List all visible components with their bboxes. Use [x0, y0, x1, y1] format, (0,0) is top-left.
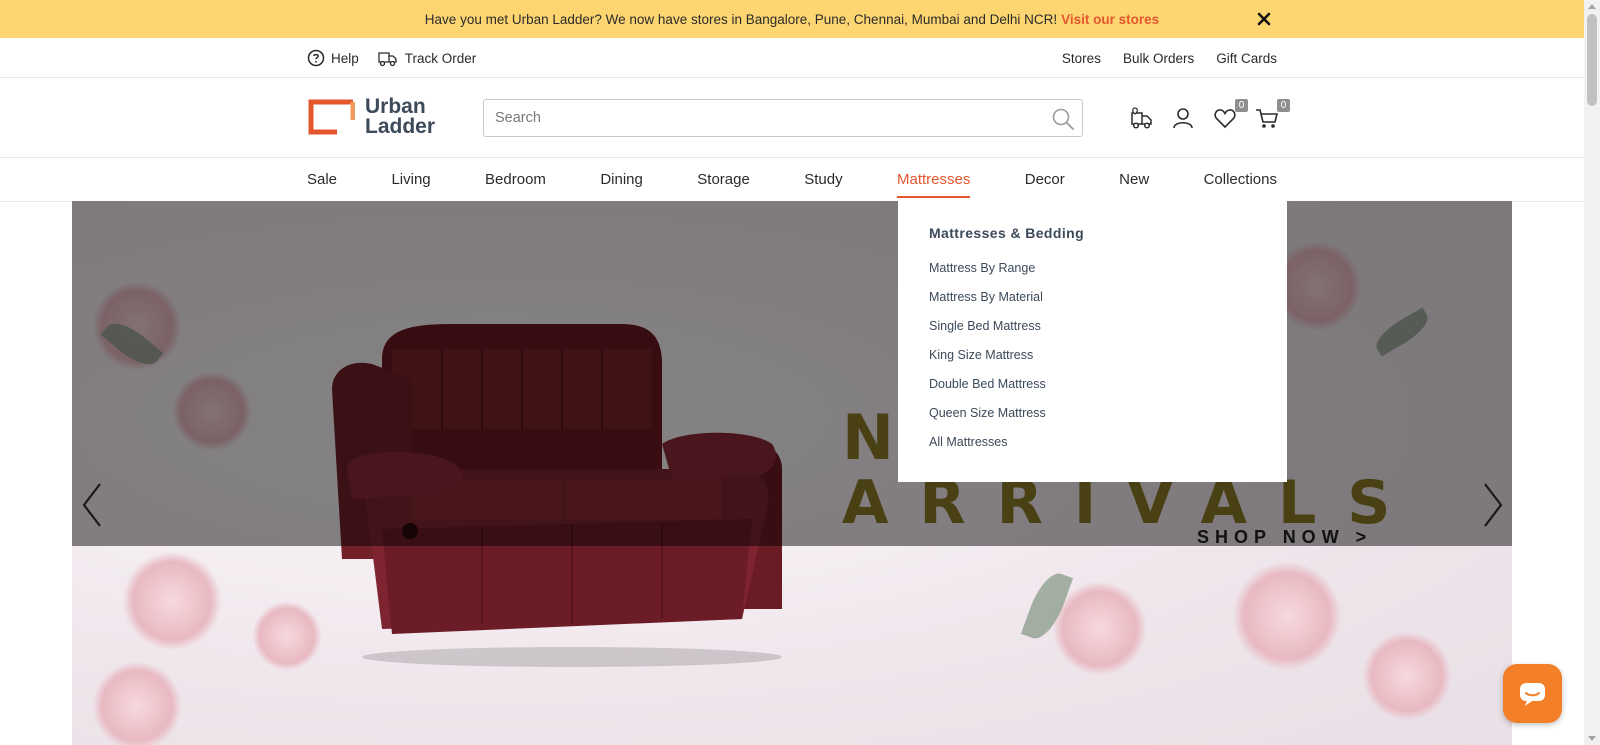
flower-decoration: [1362, 631, 1452, 721]
dropdown-item-all-mattresses[interactable]: All Mattresses: [929, 435, 1256, 464]
nav-item-sale[interactable]: Sale: [307, 158, 337, 202]
chevron-left-icon[interactable]: [74, 478, 108, 532]
flower-decoration: [122, 551, 222, 651]
scroll-up-arrow-icon[interactable]: [1588, 4, 1596, 9]
dropdown-item-king-size-mattress[interactable]: King Size Mattress: [929, 348, 1256, 377]
urban-ladder-logo[interactable]: Urban Ladder: [307, 95, 439, 138]
wishlist-button[interactable]: 0: [1212, 99, 1248, 131]
visit-stores-link[interactable]: Visit our stores: [1061, 12, 1159, 27]
search-icon[interactable]: [1050, 106, 1076, 132]
main-header: Urban Ladder Search 0 0: [0, 78, 1584, 158]
nav-item-storage[interactable]: Storage: [697, 158, 750, 202]
utility-bar: Help Track Order Stores Bulk Orders Gift…: [0, 38, 1584, 78]
cart-count-badge: 0: [1277, 99, 1290, 112]
nav-item-dining[interactable]: Dining: [600, 158, 643, 202]
nav-item-collections[interactable]: Collections: [1204, 158, 1277, 202]
mattresses-dropdown-menu: Mattresses & Bedding Mattress By Range M…: [898, 201, 1287, 482]
main-navigation: Sale Living Bedroom Dining Storage Study…: [0, 158, 1584, 202]
stores-link[interactable]: Stores: [1062, 51, 1101, 66]
chevron-right-icon[interactable]: [1477, 478, 1511, 532]
logo-line-2: Ladder: [365, 115, 436, 138]
announcement-bar: Have you met Urban Ladder? We now have s…: [0, 0, 1584, 38]
scroll-down-arrow-icon[interactable]: [1588, 736, 1596, 741]
nav-item-bedroom[interactable]: Bedroom: [485, 158, 546, 202]
dropdown-item-queen-size-mattress[interactable]: Queen Size Mattress: [929, 406, 1256, 435]
delivery-truck-icon: [1131, 107, 1152, 129]
nav-item-new[interactable]: New: [1119, 158, 1149, 202]
help-link[interactable]: Help: [307, 49, 359, 67]
bulk-orders-link[interactable]: Bulk Orders: [1123, 51, 1194, 66]
gift-cards-link[interactable]: Gift Cards: [1216, 51, 1277, 66]
logo-mark-icon: [308, 99, 355, 135]
hero-banner[interactable]: NEW ARRIVALS SHOP NOW >: [72, 201, 1512, 745]
nav-item-living[interactable]: Living: [391, 158, 430, 202]
user-icon: [1173, 108, 1193, 129]
logo-line-1: Urban: [365, 95, 426, 118]
search-input[interactable]: [484, 100, 1024, 136]
dropdown-item-mattress-by-material[interactable]: Mattress By Material: [929, 290, 1256, 319]
dropdown-item-double-bed-mattress[interactable]: Double Bed Mattress: [929, 377, 1256, 406]
dropdown-item-single-bed-mattress[interactable]: Single Bed Mattress: [929, 319, 1256, 348]
help-label: Help: [331, 50, 359, 66]
nav-item-mattresses[interactable]: Mattresses: [896, 158, 971, 202]
cart-button[interactable]: 0: [1254, 99, 1290, 131]
help-icon: [307, 49, 325, 67]
search-box: [483, 99, 1083, 137]
nav-item-decor[interactable]: Decor: [1025, 158, 1065, 202]
flower-decoration: [252, 601, 322, 671]
flower-decoration: [1232, 561, 1342, 671]
dropdown-item-mattress-by-range[interactable]: Mattress By Range: [929, 261, 1256, 290]
scrollbar-thumb[interactable]: [1587, 14, 1597, 106]
menu-overlay: [72, 201, 1512, 546]
account-button[interactable]: [1170, 105, 1196, 131]
flower-decoration: [92, 661, 182, 745]
close-icon[interactable]: [1254, 9, 1274, 29]
page-scrollbar[interactable]: [1584, 0, 1600, 745]
truck-icon: [378, 52, 397, 67]
track-order-link[interactable]: Track Order: [377, 49, 477, 67]
header-icons: 0 0: [1128, 99, 1290, 135]
wishlist-count-badge: 0: [1235, 99, 1248, 112]
track-order-label: Track Order: [404, 50, 477, 66]
logo-text: Urban Ladder: [365, 95, 436, 138]
track-order-button[interactable]: [1128, 105, 1154, 131]
announcement-text: Have you met Urban Ladder? We now have s…: [424, 11, 1058, 27]
chat-widget-button[interactable]: [1503, 664, 1562, 723]
dropdown-title[interactable]: Mattresses & Bedding: [929, 225, 1256, 241]
nav-item-study[interactable]: Study: [804, 158, 842, 202]
chat-icon: [1520, 683, 1545, 706]
